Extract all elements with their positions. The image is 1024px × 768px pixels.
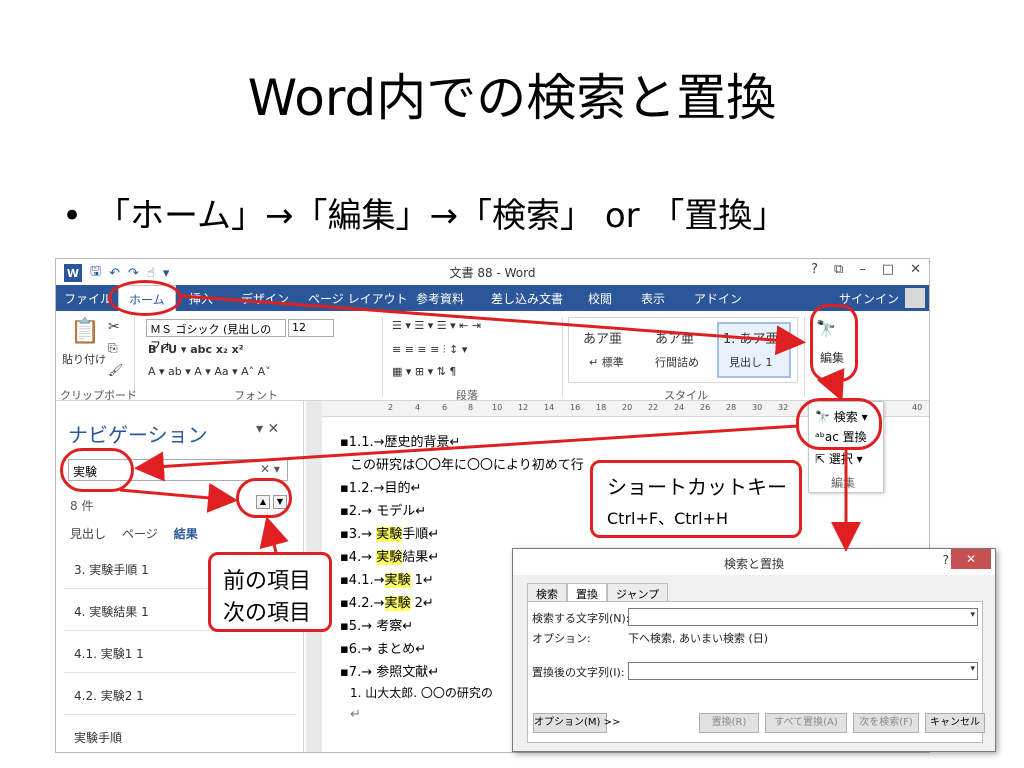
annotation-arrows — [119, 294, 861, 553]
arrow-edit-to-find — [816, 368, 845, 402]
arrow-find-to-search — [134, 424, 799, 482]
arrow-callout-to-arrows — [259, 516, 289, 553]
arrow-home-to-edit — [181, 294, 806, 356]
arrow-search-to-arrows — [119, 482, 238, 513]
slide: Word内での検索と置換 • 「ホーム」→「編集」→「検索」 or 「置換」 W … — [0, 0, 1024, 768]
